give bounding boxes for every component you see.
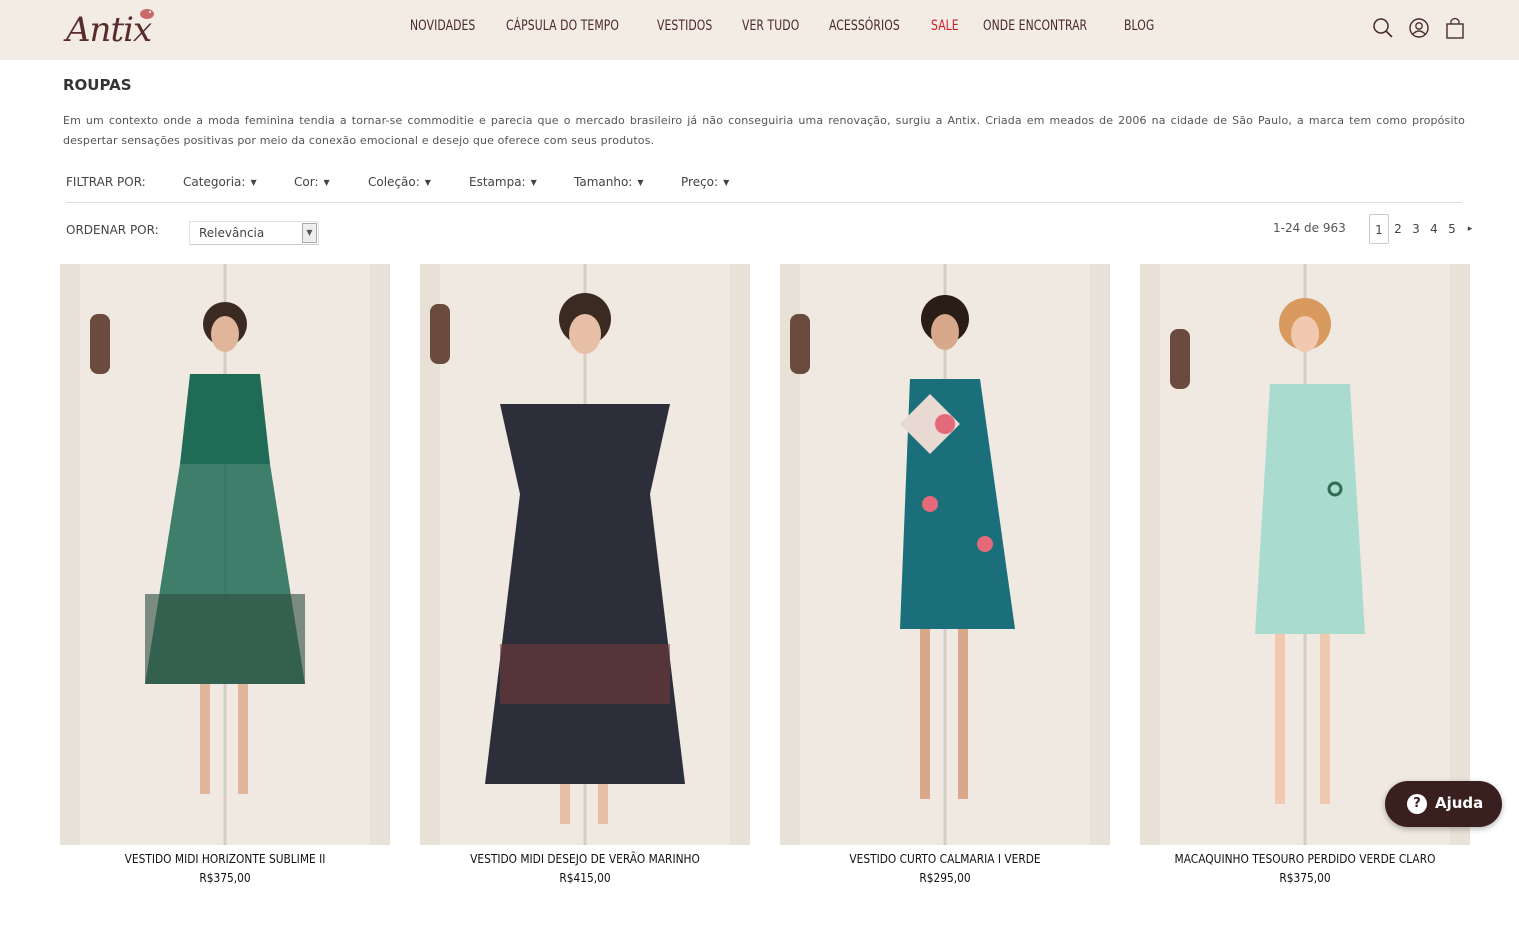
page-1[interactable]: 1 [1369, 214, 1389, 244]
result-count: 1-24 de 963 [1273, 221, 1346, 235]
caret-down-icon: ▼ [637, 178, 644, 187]
product-price: R$375,00 [1279, 870, 1331, 885]
filter-categoria[interactable]: Categoria: ▼ [183, 175, 257, 189]
filter-cor-label: Cor: [294, 175, 319, 189]
product-card[interactable]: VESTIDO CURTO CALMARIA I VERDE R$295,00 [780, 264, 1110, 885]
page-description: Em um contexto onde a moda feminina tend… [63, 114, 1465, 147]
question-icon: ? [1407, 794, 1427, 814]
chevron-down-icon[interactable]: ▼ [302, 223, 317, 243]
filter-preco[interactable]: Preço: ▼ [681, 175, 729, 189]
main-nav: NOVIDADES CÁPSULA DO TEMPO VESTIDOS VER … [410, 18, 1180, 34]
help-label: Ajuda [1435, 794, 1484, 812]
caret-down-icon: ▼ [424, 178, 431, 187]
next-page-icon[interactable]: ▸ [1461, 214, 1479, 244]
caret-down-icon: ▼ [250, 178, 257, 187]
filter-preco-label: Preço: [681, 175, 719, 189]
filter-tamanho[interactable]: Tamanho: ▼ [574, 175, 644, 189]
pagination: 1 2 3 4 5 ▸ [1369, 214, 1479, 244]
nav-vestidos[interactable]: VESTIDOS [657, 18, 712, 34]
product-photo [420, 264, 750, 845]
header-icons [1372, 16, 1466, 40]
product-name[interactable]: VESTIDO CURTO CALMARIA I VERDE [805, 851, 1086, 866]
page-5[interactable]: 5 [1443, 214, 1461, 244]
product-photo [780, 264, 1110, 845]
product-card[interactable]: VESTIDO MIDI DESEJO DE VERÃO MARINHO R$4… [420, 264, 750, 885]
page-title: ROUPAS [63, 76, 132, 94]
site-header: Antix NOVIDADES CÁPSULA DO TEMPO VESTIDO… [0, 0, 1519, 60]
filter-bar: FILTRAR POR: Categoria: ▼ Cor: ▼ Coleção: ▼… [66, 174, 1462, 203]
product-name[interactable]: MACAQUINHO TESOURO PERDIDO VERDE CLARO [1165, 851, 1446, 866]
filter-cor[interactable]: Cor: ▼ [294, 175, 330, 189]
user-icon[interactable] [1408, 16, 1430, 40]
bird-icon [140, 9, 154, 19]
caret-down-icon: ▼ [530, 178, 537, 187]
product-image[interactable] [420, 264, 750, 845]
product-image[interactable] [60, 264, 390, 845]
nav-ver-tudo[interactable]: VER TUDO [742, 18, 799, 34]
filter-tamanho-label: Tamanho: [574, 175, 633, 189]
filter-estampa[interactable]: Estampa: ▼ [469, 175, 537, 189]
page-3[interactable]: 3 [1407, 214, 1425, 244]
search-icon[interactable] [1372, 16, 1394, 40]
help-button[interactable]: ? Ajuda [1385, 781, 1502, 827]
filter-estampa-label: Estampa: [469, 175, 526, 189]
product-image[interactable] [780, 264, 1110, 845]
product-price: R$415,00 [559, 870, 611, 885]
caret-down-icon: ▼ [723, 178, 730, 187]
sort-select[interactable]: Relevância ▼ [189, 221, 319, 245]
nav-capsula-do-tempo[interactable]: CÁPSULA DO TEMPO [506, 18, 619, 34]
product-price: R$295,00 [919, 870, 971, 885]
filter-colecao[interactable]: Coleção: ▼ [368, 175, 431, 189]
caret-down-icon: ▼ [323, 178, 330, 187]
sort-label: ORDENAR POR: [66, 223, 159, 237]
nav-acessorios[interactable]: ACESSÓRIOS [829, 18, 900, 34]
product-name[interactable]: VESTIDO MIDI HORIZONTE SUBLIME II [85, 851, 366, 866]
filter-label: FILTRAR POR: [66, 175, 146, 189]
bag-icon[interactable] [1444, 16, 1466, 40]
nav-blog[interactable]: BLOG [1124, 18, 1154, 34]
sort-selected-value: Relevância [199, 226, 265, 240]
nav-novidades[interactable]: NOVIDADES [410, 18, 475, 34]
product-photo [1140, 264, 1470, 845]
nav-onde-encontrar[interactable]: ONDE ENCONTRAR [983, 18, 1087, 34]
product-photo [60, 264, 390, 845]
page-4[interactable]: 4 [1425, 214, 1443, 244]
filter-colecao-label: Coleção: [368, 175, 420, 189]
product-image[interactable] [1140, 264, 1470, 845]
product-card[interactable]: VESTIDO MIDI HORIZONTE SUBLIME II R$375,… [60, 264, 390, 885]
brand-logo[interactable]: Antix [64, 6, 160, 54]
filter-categoria-label: Categoria: [183, 175, 246, 189]
nav-sale[interactable]: SALE [931, 18, 959, 34]
product-price: R$375,00 [199, 870, 251, 885]
page-2[interactable]: 2 [1389, 214, 1407, 244]
product-name[interactable]: VESTIDO MIDI DESEJO DE VERÃO MARINHO [445, 851, 726, 866]
